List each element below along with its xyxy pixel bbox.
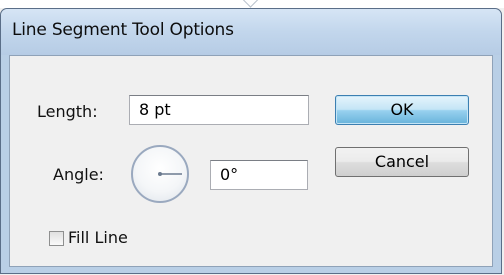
ok-button[interactable]: OK [335, 95, 469, 125]
background-strip [0, 0, 504, 8]
fill-line-label[interactable]: Fill Line [68, 228, 128, 247]
angle-label: Angle: [53, 165, 104, 184]
length-label: Length: [37, 102, 98, 121]
dialog-title: Line Segment Tool Options [12, 20, 234, 40]
angle-dial-needle-icon [158, 172, 182, 176]
dialog-window: Line Segment Tool Options Length: 8 pt A… [0, 8, 502, 274]
title-bar[interactable]: Line Segment Tool Options [1, 9, 501, 55]
length-input[interactable]: 8 pt [129, 95, 309, 125]
cancel-button[interactable]: Cancel [335, 147, 469, 177]
dropdown-notch [241, 0, 260, 8]
dialog-body: Length: 8 pt Angle: 0° OK Cancel Fill Li… [9, 55, 493, 267]
angle-dial[interactable] [131, 145, 189, 203]
angle-input[interactable]: 0° [210, 160, 308, 190]
fill-line-checkbox[interactable] [49, 231, 64, 246]
